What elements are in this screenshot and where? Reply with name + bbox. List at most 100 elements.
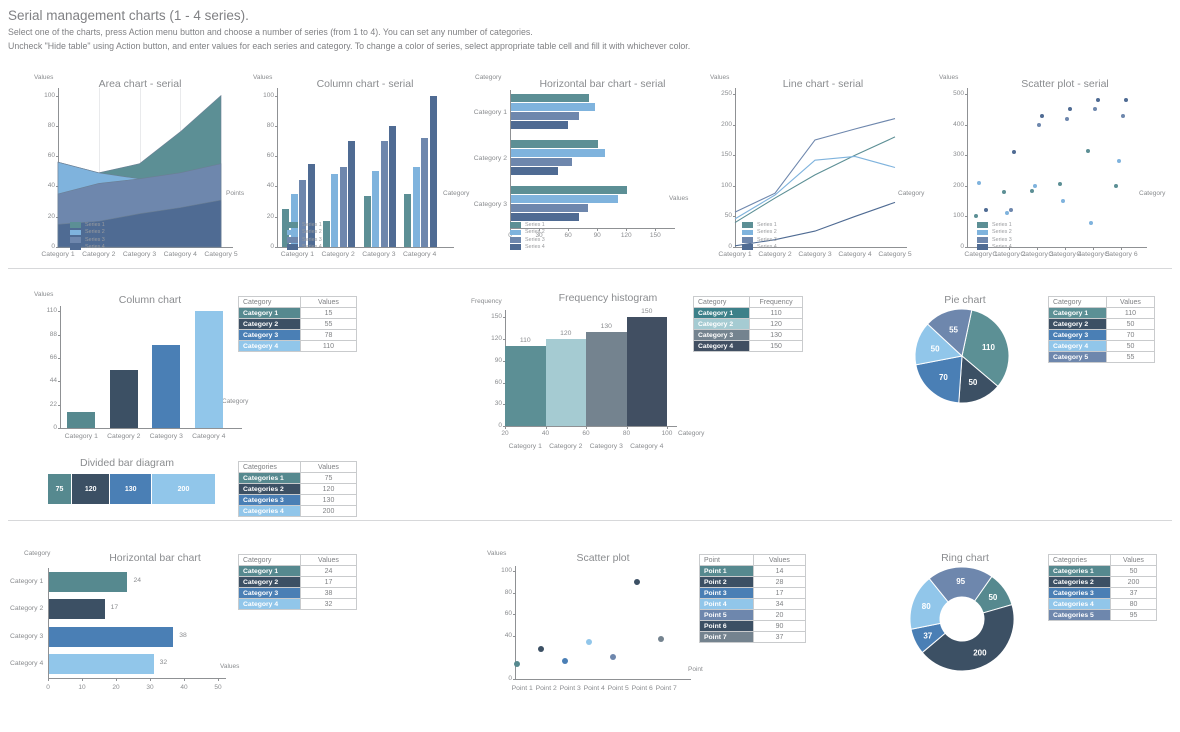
table-category-cell[interactable]: Category 4 — [238, 598, 301, 610]
column-bar[interactable] — [421, 137, 429, 247]
table-value-cell[interactable]: 78 — [300, 329, 357, 341]
scatter-point[interactable] — [1008, 207, 1013, 212]
histogram-bar[interactable] — [505, 346, 546, 426]
table-value-cell[interactable]: 15 — [300, 307, 357, 319]
table-value-cell[interactable]: 38 — [300, 587, 357, 599]
horizontal-bar[interactable] — [511, 194, 618, 203]
table-value-cell[interactable]: 95 — [1110, 609, 1157, 621]
scatter-point[interactable] — [1012, 149, 1017, 154]
divided-bar-segment[interactable]: 120 — [72, 474, 111, 504]
table-category-cell[interactable]: Category 3 — [238, 587, 301, 599]
column-bar[interactable] — [380, 141, 388, 247]
table-value-cell[interactable]: 50 — [1106, 318, 1155, 330]
column-bar[interactable] — [331, 174, 339, 247]
horizontal-bar[interactable] — [49, 599, 105, 620]
table-category-cell[interactable]: Categories 2 — [238, 483, 301, 495]
column-bar[interactable] — [339, 166, 347, 247]
table-value-cell[interactable]: 32 — [300, 598, 357, 610]
scatter-point[interactable] — [1096, 98, 1101, 103]
scatter-point[interactable] — [1092, 107, 1097, 112]
table-category-cell[interactable]: Categories 1 — [238, 472, 301, 484]
scatter-point[interactable] — [1033, 183, 1038, 188]
histogram-bar[interactable] — [626, 317, 667, 426]
table-value-cell[interactable]: 80 — [1110, 598, 1157, 610]
horizontal-bar[interactable] — [49, 654, 154, 675]
table-category-cell[interactable]: Point 7 — [699, 631, 754, 643]
table-value-cell[interactable]: 110 — [1106, 307, 1155, 319]
horizontal-bar[interactable] — [511, 121, 569, 130]
horizontal-bar[interactable] — [511, 102, 596, 111]
scatter-point[interactable] — [984, 208, 989, 213]
table-category-cell[interactable]: Categories 2 — [1048, 576, 1111, 588]
table-value-cell[interactable]: 70 — [1106, 329, 1155, 341]
scatter-point[interactable] — [658, 636, 664, 643]
scatter-point[interactable] — [1113, 183, 1118, 188]
table-value-cell[interactable]: 75 — [300, 472, 357, 484]
divided-bar-segment[interactable]: 130 — [110, 474, 152, 504]
scatter-point[interactable] — [1120, 113, 1125, 118]
table-category-cell[interactable]: Category 1 — [692, 307, 751, 319]
column-bar[interactable] — [152, 345, 181, 428]
table-value-cell[interactable]: 55 — [1106, 351, 1155, 363]
table-value-cell[interactable]: 28 — [753, 576, 806, 588]
column-bar[interactable] — [412, 166, 420, 247]
table-value-cell[interactable]: 200 — [1110, 576, 1157, 588]
scatter-point[interactable] — [586, 639, 592, 646]
column-bar[interactable] — [404, 194, 412, 247]
column-bar[interactable] — [194, 311, 223, 428]
table-value-cell[interactable]: 14 — [753, 565, 806, 577]
horizontal-bar[interactable] — [49, 626, 174, 647]
table-category-cell[interactable]: Category 2 — [692, 318, 751, 330]
table-value-cell[interactable]: 37 — [1110, 587, 1157, 599]
column-bar[interactable] — [322, 221, 330, 247]
scatter-point[interactable] — [1040, 113, 1045, 118]
table-value-cell[interactable]: 110 — [300, 340, 357, 352]
horizontal-bar[interactable] — [511, 213, 579, 222]
scatter-point[interactable] — [1124, 98, 1129, 103]
column-bar[interactable] — [372, 171, 380, 247]
table-category-cell[interactable]: Point 3 — [699, 587, 754, 599]
table-category-cell[interactable]: Category 2 — [1048, 318, 1107, 330]
column-bar[interactable] — [348, 141, 356, 247]
table-category-cell[interactable]: Categories 3 — [238, 494, 301, 506]
table-category-cell[interactable]: Category 1 — [238, 565, 301, 577]
table-category-cell[interactable]: Categories 4 — [1048, 598, 1111, 610]
scatter-point[interactable] — [1036, 122, 1041, 127]
column-bar[interactable] — [67, 412, 96, 428]
table-category-cell[interactable]: Category 3 — [238, 329, 301, 341]
horizontal-bar[interactable] — [511, 93, 589, 102]
horizontal-bar[interactable] — [511, 203, 588, 212]
horizontal-bar[interactable] — [49, 571, 128, 592]
table-value-cell[interactable]: 17 — [753, 587, 806, 599]
table-value-cell[interactable]: 200 — [300, 505, 357, 517]
horizontal-bar[interactable] — [511, 157, 573, 166]
table-value-cell[interactable]: 50 — [1110, 565, 1157, 577]
table-category-cell[interactable]: Category 3 — [1048, 329, 1107, 341]
table-category-cell[interactable]: Categories 4 — [238, 505, 301, 517]
scatter-point[interactable] — [634, 579, 640, 586]
table-value-cell[interactable]: 37 — [753, 631, 806, 643]
table-category-cell[interactable]: Category 5 — [1048, 351, 1107, 363]
table-value-cell[interactable]: 130 — [749, 329, 803, 341]
table-value-cell[interactable]: 17 — [300, 576, 357, 588]
table-value-cell[interactable]: 110 — [749, 307, 803, 319]
scatter-point[interactable] — [610, 654, 616, 661]
scatter-point[interactable] — [1029, 189, 1034, 194]
table-category-cell[interactable]: Categories 3 — [1048, 587, 1111, 599]
divided-bar-segment[interactable]: 200 — [152, 474, 216, 504]
table-category-cell[interactable]: Category 3 — [692, 329, 751, 341]
scatter-point[interactable] — [562, 657, 568, 664]
table-category-cell[interactable]: Category 1 — [238, 307, 301, 319]
scatter-point[interactable] — [1001, 189, 1006, 194]
column-bar[interactable] — [429, 95, 437, 247]
table-value-cell[interactable]: 34 — [753, 598, 806, 610]
table-category-cell[interactable]: Point 2 — [699, 576, 754, 588]
scatter-point[interactable] — [1061, 198, 1066, 203]
divided-bar-segment[interactable]: 75 — [48, 474, 72, 504]
horizontal-bar[interactable] — [511, 185, 628, 194]
table-category-cell[interactable]: Categories 5 — [1048, 609, 1111, 621]
column-bar[interactable] — [109, 369, 138, 428]
table-category-cell[interactable]: Point 6 — [699, 620, 754, 632]
scatter-point[interactable] — [1064, 116, 1069, 121]
table-category-cell[interactable]: Category 4 — [692, 340, 751, 352]
